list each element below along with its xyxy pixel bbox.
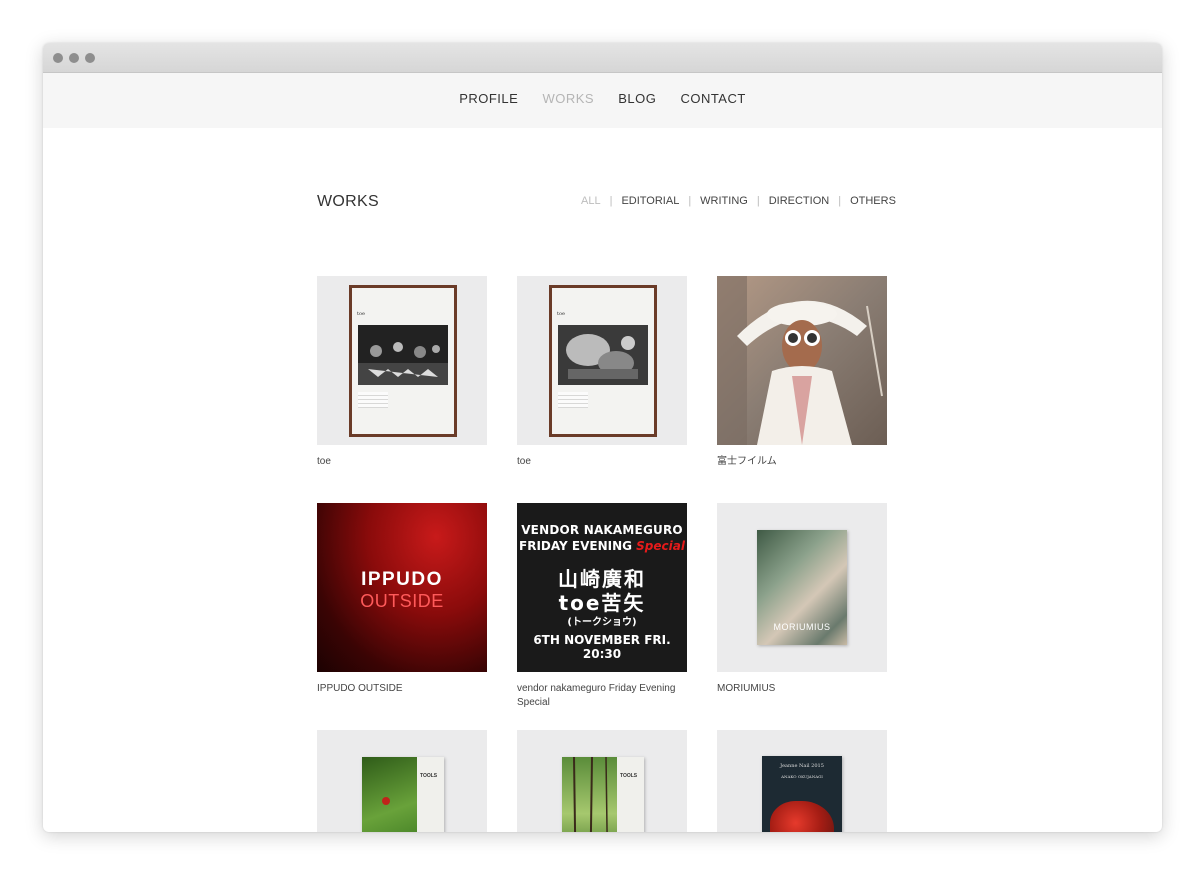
filter-separator: | bbox=[609, 195, 613, 207]
work-thumbnail[interactable] bbox=[717, 276, 887, 445]
poster-frame: toe bbox=[349, 285, 457, 437]
poster-paper: toe bbox=[552, 288, 654, 434]
ippudo-title: IPPUDO bbox=[361, 569, 443, 590]
book-cover-photo bbox=[562, 756, 617, 832]
work-item[interactable]: TOOLS bbox=[317, 730, 487, 832]
work-item[interactable]: toe toe bbox=[517, 276, 687, 469]
work-caption[interactable]: toe bbox=[317, 455, 487, 469]
work-item[interactable]: Jeanne Nail 2015 ANAKO OKUJANAGI bbox=[717, 730, 887, 832]
filter-direction[interactable]: DIRECTION bbox=[769, 195, 830, 207]
work-item[interactable]: toe toe bbox=[317, 276, 487, 469]
filter-separator: | bbox=[756, 195, 760, 207]
window-minimize-dot[interactable] bbox=[69, 53, 79, 63]
category-filters: ALL | EDITORIAL | WRITING | DIRECTION | OTHERS bbox=[581, 195, 896, 207]
page-title: WORKS bbox=[317, 193, 379, 210]
work-thumbnail[interactable]: TOOLS bbox=[317, 730, 487, 832]
browser-window: PROFILE WORKS BLOG CONTACT WORKS ALL | EDI… bbox=[43, 43, 1162, 832]
work-thumbnail[interactable]: Jeanne Nail 2015 ANAKO OKUJANAGI bbox=[717, 730, 887, 832]
forest-image bbox=[573, 756, 608, 832]
vendor-line-6: 6TH NOVEMBER FRI. 20:30 bbox=[533, 633, 671, 661]
work-item[interactable]: MORIUMIUS MORIUMIUS bbox=[717, 503, 887, 696]
nav-works[interactable]: WORKS bbox=[542, 91, 594, 106]
work-thumbnail[interactable]: MORIUMIUS bbox=[717, 503, 887, 672]
vendor-line-2: FRIDAY EVENING Special bbox=[517, 539, 687, 553]
work-caption[interactable]: toe bbox=[517, 455, 687, 469]
fujifilm-photo-image bbox=[717, 276, 887, 445]
filter-others[interactable]: OTHERS bbox=[850, 195, 896, 207]
vendor-line-5: (トークショウ) bbox=[567, 617, 637, 628]
work-caption[interactable]: IPPUDO OUTSIDE bbox=[317, 682, 487, 696]
poster-credits bbox=[558, 392, 588, 408]
work-item[interactable]: IPPUDO OUTSIDE IPPUDO OUTSIDE bbox=[317, 503, 487, 696]
book-cover: Jeanne Nail 2015 ANAKO OKUJANAGI bbox=[762, 756, 842, 832]
work-thumbnail[interactable]: IPPUDO OUTSIDE bbox=[317, 503, 487, 672]
work-caption[interactable]: MORIUMIUS bbox=[717, 682, 887, 696]
poster-frame: toe bbox=[549, 285, 657, 437]
work-caption[interactable]: vendor nakameguro Friday Evening Special bbox=[517, 682, 687, 710]
filter-separator: | bbox=[688, 195, 692, 207]
poster-paper: toe bbox=[352, 288, 454, 434]
work-thumbnail[interactable]: VENDOR NAKAMEGURO FRIDAY EVENING Special… bbox=[517, 503, 687, 672]
window-titlebar bbox=[43, 43, 1162, 73]
book-cover-label: TOOLS bbox=[420, 773, 438, 779]
book-cover: TOOLS bbox=[562, 756, 644, 832]
work-thumbnail[interactable]: toe bbox=[317, 276, 487, 445]
work-item[interactable]: VENDOR NAKAMEGURO FRIDAY EVENING Special… bbox=[517, 503, 687, 710]
work-thumbnail[interactable]: toe bbox=[517, 276, 687, 445]
vendor-line-2-text: FRIDAY EVENING bbox=[519, 539, 632, 553]
nav-blog[interactable]: BLOG bbox=[618, 91, 656, 106]
window-close-dot[interactable] bbox=[53, 53, 63, 63]
filter-separator: | bbox=[838, 195, 842, 207]
poster-photo bbox=[558, 325, 648, 385]
leaves-image bbox=[382, 797, 390, 805]
book-cover-photo bbox=[770, 801, 834, 832]
book-cover-title: MORIUMIUS bbox=[773, 622, 831, 632]
window-maximize-dot[interactable] bbox=[85, 53, 95, 63]
poster-photo bbox=[358, 325, 448, 385]
filter-editorial[interactable]: EDITORIAL bbox=[621, 195, 679, 207]
poster-title: toe bbox=[357, 311, 365, 317]
work-thumbnail[interactable]: TOOLS bbox=[517, 730, 687, 832]
poster-credits bbox=[358, 392, 388, 408]
vendor-special-text: Special bbox=[636, 539, 685, 553]
concert-photo-image bbox=[358, 325, 448, 385]
book-cover-photo bbox=[362, 757, 417, 832]
work-item[interactable]: 富士フイルム bbox=[717, 276, 887, 469]
book-cover-author: ANAKO OKUJANAGI bbox=[781, 774, 823, 779]
book-cover-title: Jeanne Nail 2015 bbox=[780, 763, 824, 769]
book-cover-label: TOOLS bbox=[620, 773, 638, 779]
poster-title: toe bbox=[557, 311, 565, 317]
filter-all[interactable]: ALL bbox=[581, 195, 601, 207]
main-nav: PROFILE WORKS BLOG CONTACT bbox=[43, 91, 1162, 106]
work-caption[interactable]: 富士フイルム bbox=[717, 455, 887, 469]
work-item[interactable]: TOOLS bbox=[517, 730, 687, 832]
book-cover: MORIUMIUS bbox=[757, 530, 847, 645]
nav-profile[interactable]: PROFILE bbox=[459, 91, 518, 106]
ippudo-subtitle: OUTSIDE bbox=[360, 591, 444, 611]
book-cover: TOOLS bbox=[362, 757, 444, 832]
site-navbar: PROFILE WORKS BLOG CONTACT bbox=[43, 73, 1162, 128]
filter-writing[interactable]: WRITING bbox=[700, 195, 748, 207]
drummer-photo-image bbox=[558, 325, 648, 385]
vendor-line-4: toe苦矢 bbox=[558, 591, 646, 615]
nav-contact[interactable]: CONTACT bbox=[680, 91, 745, 106]
vendor-line-1: VENDOR NAKAMEGURO bbox=[521, 523, 683, 537]
